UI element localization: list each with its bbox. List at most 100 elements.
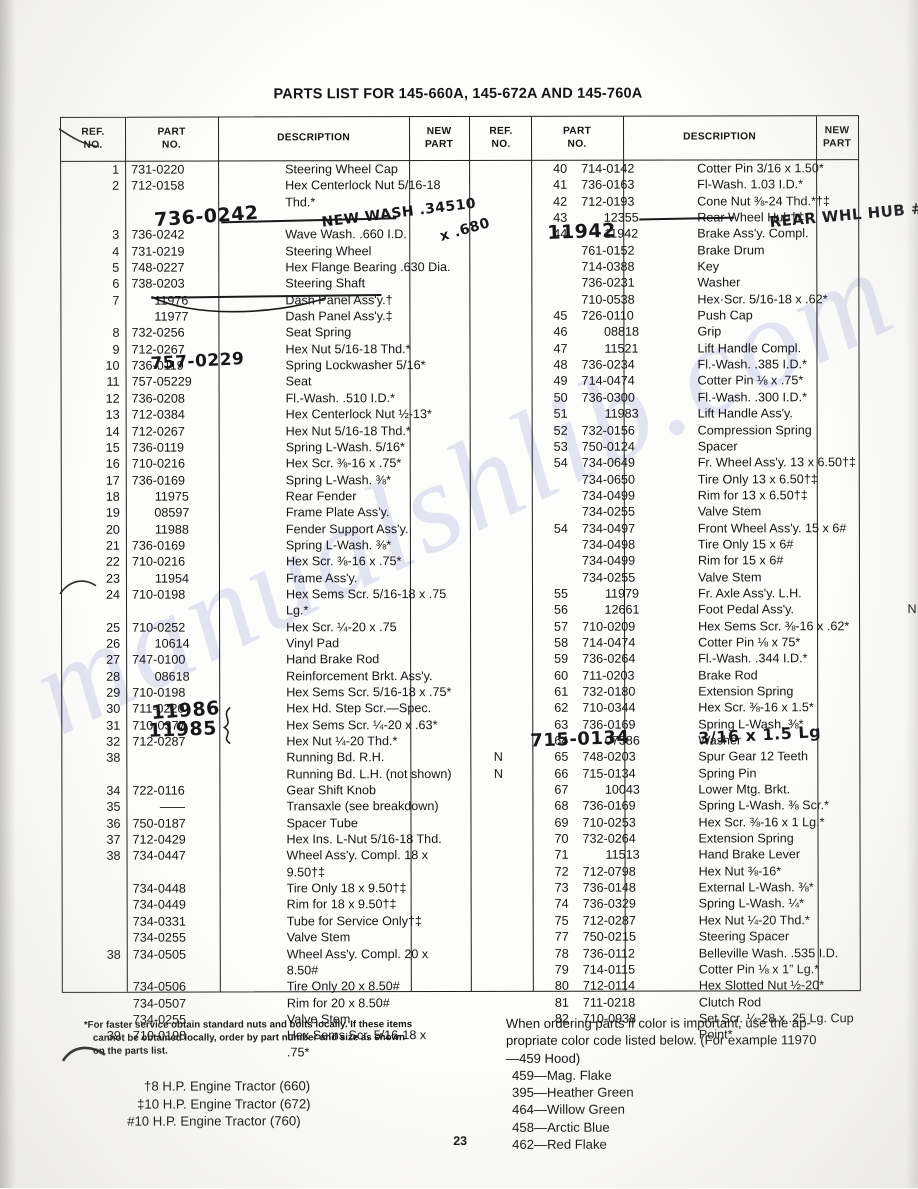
cell-ref-no: 70 — [520, 831, 568, 847]
cell-description: Valve Stem — [287, 929, 351, 945]
header-ref-no-right: REF. NO. — [471, 117, 531, 160]
cell-part-no: 734-0499 — [576, 487, 668, 504]
cell-ref-no: 12 — [72, 391, 120, 407]
cell-part-no: 748-0227 — [125, 260, 217, 277]
cell-description: Hex Nut ¼-20 Thd.* — [699, 912, 810, 929]
cell-ref-no: 14 — [72, 423, 120, 439]
cell-part-no: 736-0163 — [575, 177, 667, 194]
cell-description: Seat Spring — [285, 325, 351, 341]
table-row: 53750-0124Spacer — [472, 438, 857, 455]
margin-mark-mid — [58, 576, 98, 598]
cell-part-no: 757-05229 — [126, 374, 218, 391]
cell-part-no: 734-0255 — [127, 930, 219, 947]
table-row: 734-0255Valve Stem — [472, 503, 857, 520]
cell-description: Valve Stem — [698, 569, 762, 585]
cell-description: Hex Scr. ⅜-16 x .75* — [286, 455, 402, 472]
cell-part-no: 11975 — [126, 488, 218, 505]
cell-part-no: 714-0474 — [576, 635, 668, 652]
cell-ref-no: 53 — [520, 439, 568, 455]
cell-part-no: 710-0253 — [576, 814, 668, 831]
cell-part-no: 712-0287 — [577, 912, 669, 929]
cell-part-no: 734-0506 — [127, 979, 219, 996]
cell-description: Hex Sems Scr. 5/16-18 x .75* — [286, 684, 451, 701]
cell-ref-no: 18 — [72, 489, 120, 505]
footnote-line-1: *For faster service obtain standard nuts… — [84, 1018, 474, 1032]
table-row: 62710-0344Hex Scr. ⅜-16 x 1.5* — [472, 700, 857, 717]
table-row: 75712-0287Hex Nut ¼-20 Thd.* — [473, 912, 858, 929]
table-row: 30711-0220Hex Hd. Step Scr.—Spec. — [62, 700, 470, 717]
engine-note-672: ‡10 H.P. Engine Tractor (672) — [89, 1095, 419, 1113]
table-row: 59736-0264Fl.-Wash. .344 I.D.* — [472, 650, 857, 667]
cell-part-no: 736-0169 — [576, 798, 668, 815]
cell-ref-no: 45 — [519, 308, 567, 324]
table-row: 736-0231Washer — [471, 275, 856, 292]
cell-part-no: 11942 — [575, 226, 667, 243]
cell-part-no: 726-0110 — [575, 308, 667, 325]
cell-description: Foot Pedal Ass'y. — [698, 602, 794, 619]
table-row: 3736-0242Wave Wash. .660 I.D. — [61, 226, 469, 243]
table-row: 6710043Lower Mtg. Brkt. — [472, 781, 857, 798]
table-row: 60711-0203Brake Rod — [472, 667, 857, 684]
cell-ref-no: 55 — [520, 586, 568, 602]
header-new-part-right: NEW PART — [816, 116, 858, 159]
cell-ref-no: 57 — [520, 618, 568, 634]
cell-ref-no: 2 — [71, 178, 119, 194]
table-row: 734-0448Tire Only 18 x 9.50†‡ — [63, 880, 471, 897]
cell-description: Rim for 15 x 6# — [698, 553, 783, 570]
cell-ref-no: 8 — [71, 325, 119, 341]
parts-table: REF. NO. PART NO. DESCRIPTION NEW PART R… — [60, 115, 861, 993]
cell-part-no: 710-0344 — [576, 700, 668, 717]
cell-ref-no: 64 — [520, 733, 568, 749]
cell-description: Spacer Tube — [286, 815, 357, 831]
cell-description: Fender Support Ass'y. — [286, 521, 409, 538]
table-row: 21736-0169Spring L-Wash. ⅜* — [62, 537, 470, 554]
table-row: 1908597Frame Plate Ass'y. — [62, 504, 470, 521]
margin-mark-top — [57, 127, 103, 151]
table-row: Running Bd. L.H. (not shown)N — [62, 766, 470, 783]
cell-description: Lift Handle Ass'y. — [698, 405, 793, 422]
cell-part-no: 10614 — [126, 635, 218, 652]
table-row: 4711521Lift Handle Compl. — [471, 340, 856, 357]
table-row: 40714-0142Cotter Pin 3/16 x 1.50* — [471, 160, 856, 177]
cell-description: Running Bd. R.H. — [286, 750, 384, 767]
cell-new-part: N — [892, 601, 918, 617]
table-row: 81711-0218Clutch Rod — [473, 994, 858, 1011]
cell-description: Spring Lockwasher 5/16* — [286, 357, 426, 374]
cell-description: Vinyl Pad — [286, 635, 339, 651]
cell-description: Hex Nut ¼-20 Thd.* — [286, 733, 397, 750]
table-row: 734-0650Tire Only 13 x 6.50†‡ — [472, 471, 857, 488]
color-code-464: 464—Willow Green — [506, 1101, 886, 1119]
color-code-395: 395—Heather Green — [506, 1083, 886, 1101]
cell-ref-no: 10 — [72, 358, 120, 374]
cell-ref-no: 79 — [521, 962, 569, 978]
table-row: 38734-0505Wheel Ass'y. Compl. 20 x 8.50# — [63, 945, 471, 979]
table-row: 65748-0203Spur Gear 12 Teeth — [472, 749, 857, 766]
table-row: 61732-0180Extension Spring — [472, 683, 857, 700]
cell-description: Hex Sems Scr. 5/16-18 x .75 Lg.* — [286, 586, 446, 619]
cell-ref-no: 54 — [520, 455, 568, 471]
cell-part-no: 712-0193 — [575, 193, 667, 210]
cell-description: Spring Pin — [698, 765, 756, 781]
cell-part-no: 732-0180 — [576, 684, 668, 701]
table-row: 37712-0429Hex Ins. L-Nut 5/16-18 Thd. — [62, 831, 470, 848]
cell-description: Spring L-Wash. 5/16* — [286, 439, 405, 456]
cell-ref-no: 15 — [72, 440, 120, 456]
cell-ref-no: 51 — [520, 406, 568, 422]
cell-part-no: 750-0215 — [577, 929, 669, 946]
cell-ref-no: 9 — [71, 341, 119, 357]
cell-part-no: 736-0119 — [126, 358, 218, 375]
cell-part-no: 712-0158 — [125, 178, 217, 195]
cell-ref-no: 63 — [520, 716, 568, 732]
cell-part-no: 711-0220 — [126, 701, 218, 718]
cell-part-no: 750-0124 — [576, 438, 668, 455]
cell-description: Fl-Wash. 1.03 I.D.* — [697, 177, 803, 194]
cell-description: Fl.-Wash. .344 I.D.* — [698, 651, 807, 668]
cell-ref-no: 49 — [520, 373, 568, 389]
cell-part-no: 732-0256 — [125, 325, 217, 342]
cell-description: Tire Only 18 x 9.50†‡ — [287, 880, 407, 897]
cell-ref-no: 54 — [520, 520, 568, 536]
cell-part-no: 11954 — [126, 570, 218, 587]
cell-part-no: 714-0474 — [576, 373, 668, 390]
cell-part-no: 736-0264 — [576, 651, 668, 668]
cell-description: Hex Scr. ⅜-16 x .75* — [286, 553, 402, 570]
